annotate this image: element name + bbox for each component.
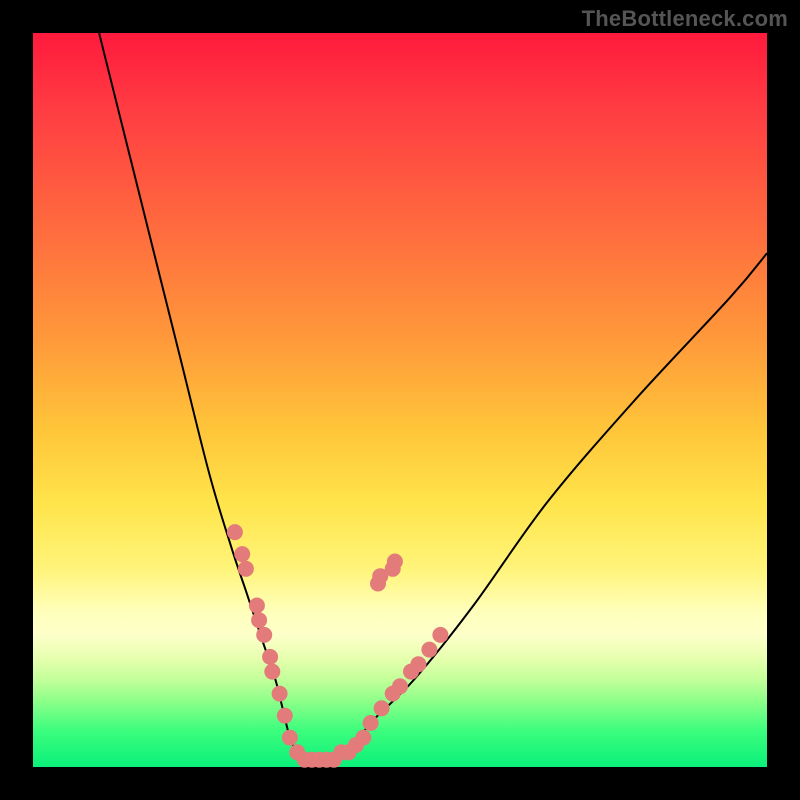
data-marker bbox=[432, 627, 448, 643]
marker-group bbox=[227, 524, 449, 768]
data-marker bbox=[256, 627, 272, 643]
data-marker bbox=[249, 598, 265, 614]
data-marker bbox=[363, 715, 379, 731]
data-marker bbox=[374, 700, 390, 716]
data-marker bbox=[387, 554, 403, 570]
data-marker bbox=[277, 708, 293, 724]
data-marker bbox=[421, 642, 437, 658]
data-marker bbox=[282, 730, 298, 746]
watermark-text: TheBottleneck.com bbox=[582, 6, 788, 32]
data-marker bbox=[251, 612, 267, 628]
data-marker bbox=[234, 546, 250, 562]
data-marker bbox=[355, 730, 371, 746]
data-marker bbox=[410, 656, 426, 672]
data-marker bbox=[262, 649, 278, 665]
chart-svg bbox=[33, 33, 767, 767]
data-marker bbox=[238, 561, 254, 577]
data-marker bbox=[272, 686, 288, 702]
data-marker bbox=[264, 664, 280, 680]
data-marker bbox=[227, 524, 243, 540]
chart-frame: TheBottleneck.com bbox=[0, 0, 800, 800]
data-marker bbox=[392, 678, 408, 694]
plot-area bbox=[33, 33, 767, 767]
